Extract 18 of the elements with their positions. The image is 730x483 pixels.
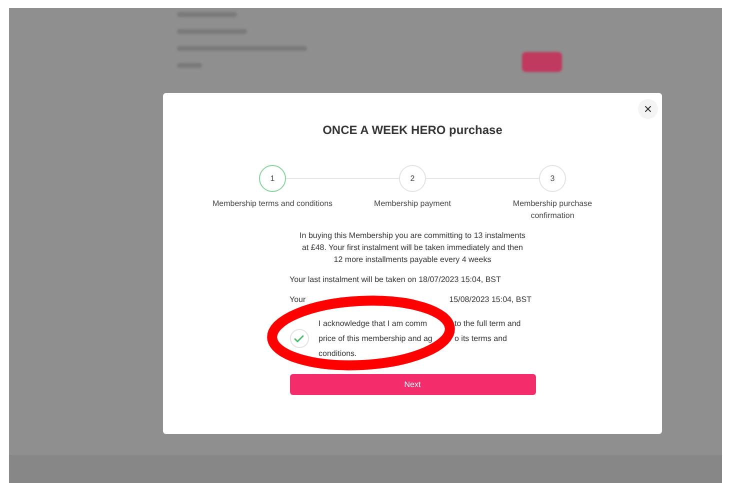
acknowledgement-text: I acknowledge that I am comm [318,318,427,330]
date-text: 15/08/2023 15:04, BST [449,294,532,306]
checkbox[interactable] [290,329,308,348]
check-icon [293,332,305,344]
close-icon [643,104,653,114]
acknowledgement-text: conditions. [318,348,357,360]
step-label: Membership purchase confirmation [512,198,594,222]
dialog-title: ONCE A WEEK HERO purchase [322,122,502,139]
commitment-text: In buying this Membership you are committing to 13 instalments at £48. Your first instalment will be taken immediately and then 12 more installments payable every 4 weeks [298,230,526,266]
last-instalment-text: Your last instalment will be taken on 18/07/2023 15:04, BST [290,274,502,286]
acknowledgement-text: price of this membership and ag [318,333,432,345]
next-button[interactable]: Next [290,374,536,395]
close-button[interactable] [638,99,658,119]
acknowledgement-text: to the full term and [454,318,521,330]
step-label: Membership terms and conditions [211,198,334,210]
acknowledgement-text: o its terms and [454,333,508,345]
date-text: Your [290,294,306,306]
step-label: Membership payment [373,198,452,210]
